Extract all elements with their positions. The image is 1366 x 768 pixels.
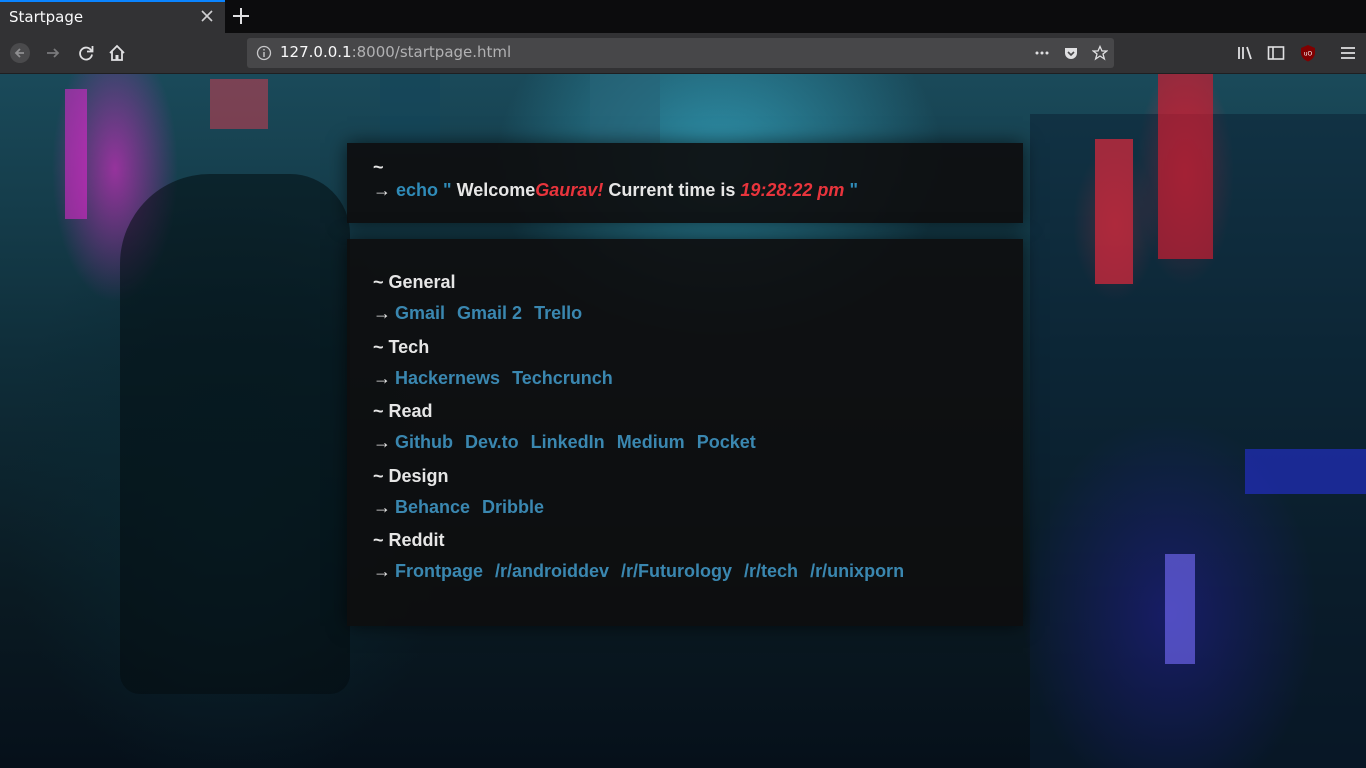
time-label: Current time is [608,180,736,200]
bookmark-link[interactable]: Behance [395,497,470,517]
bookmark-link[interactable]: Github [395,432,453,452]
section-title: ~ General [373,272,456,292]
info-icon[interactable] [256,45,272,61]
arrow-icon: → [373,180,391,200]
bookmark-link[interactable]: /r/tech [744,561,798,581]
arrow-icon: → [373,432,391,452]
section-title: ~ Tech [373,336,430,357]
navigation-toolbar: 127.0.0.1:8000/startpage.html uO [0,33,1366,74]
address-bar[interactable]: 127.0.0.1:8000/startpage.html [247,38,1114,68]
page-viewport: ~ → echo " WelcomeGaurav! Current time i… [0,74,1366,768]
section-title: ~ Read [373,401,433,421]
bookmark-link[interactable]: Frontpage [395,561,483,581]
bookmark-link[interactable]: Hackernews [395,368,500,388]
bookmark-link[interactable]: /r/androiddev [495,561,609,581]
reload-icon[interactable] [75,42,97,64]
bookmark-link[interactable]: /r/Futurology [621,561,732,581]
bookmark-link[interactable]: Dev.to [465,432,519,452]
arrow-icon: → [373,367,391,388]
links-terminal: ~ General → Gmail Gmail 2 Trello ~ Tech → Hacke… [347,239,1023,626]
menu-icon[interactable] [1337,42,1359,64]
library-icon[interactable] [1234,42,1256,64]
bookmark-link[interactable]: Medium [617,432,685,452]
quote-close: " [849,180,858,200]
close-icon[interactable] [200,9,214,23]
bookmark-link[interactable]: Dribble [482,497,544,517]
bookmark-link[interactable]: Trello [534,303,582,323]
welcome-terminal: ~ → echo " WelcomeGaurav! Current time i… [347,143,1023,223]
url-text[interactable]: 127.0.0.1:8000/startpage.html [280,43,511,61]
welcome-line: → echo " WelcomeGaurav! Current time is … [373,180,858,201]
prompt-tilde: ~ [373,157,384,177]
echo-command: echo " [396,180,452,200]
tab-strip: Startpage [0,0,1366,33]
section-links-row: → Frontpage/r/androiddev/r/Futurology/r/t… [373,561,916,582]
ublock-icon[interactable]: uO [1297,42,1319,64]
bookmark-star-icon[interactable] [1092,45,1108,61]
section-links-row: → Github Dev.to LinkedIn Medium Pocket [373,432,768,453]
home-icon[interactable] [106,42,128,64]
bookmark-link[interactable]: Gmail [395,303,445,323]
section-links-row: → Gmail Gmail 2 Trello [373,303,594,324]
bookmark-link[interactable]: Gmail 2 [457,303,522,323]
plus-icon[interactable] [230,5,252,27]
arrow-icon: → [373,561,391,581]
svg-text:uO: uO [1304,51,1313,58]
user-name: Gaurav! [535,180,604,200]
section-title: ~ Reddit [373,530,445,550]
more-icon[interactable] [1034,45,1050,61]
forward-icon[interactable] [42,42,64,64]
section-links-row: → Hackernews Techcrunch [373,368,625,389]
section-links-row: → Behance Dribble [373,497,556,518]
bookmark-link[interactable]: Techcrunch [512,368,613,388]
bookmark-link[interactable]: /r/unixporn [810,561,904,581]
bookmark-link[interactable]: Pocket [697,432,756,452]
pocket-icon[interactable] [1063,45,1079,61]
sidebar-icon[interactable] [1265,42,1287,64]
arrow-icon: → [373,303,391,323]
section-title: ~ Design [373,465,449,486]
arrow-icon: → [373,496,391,517]
welcome-text: Welcome [456,180,536,200]
tab-startpage[interactable]: Startpage [0,0,225,33]
back-icon[interactable] [9,42,31,64]
tab-title: Startpage [9,8,84,26]
current-time: 19:28:22 pm [740,180,845,200]
bookmark-link[interactable]: LinkedIn [531,432,605,452]
